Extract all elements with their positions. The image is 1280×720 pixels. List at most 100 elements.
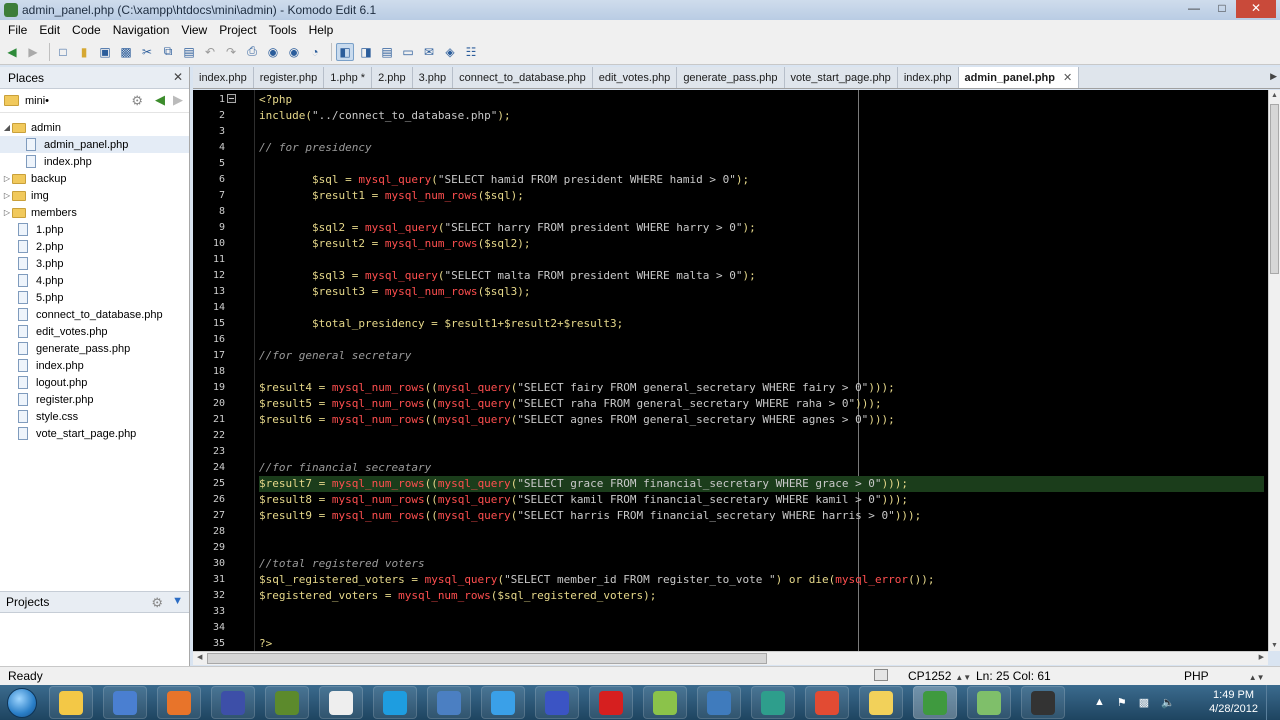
editor-tab[interactable]: admin_panel.php ✕ xyxy=(958,67,1080,88)
network-icon[interactable]: ▩ xyxy=(1139,696,1149,709)
menu-edit[interactable]: Edit xyxy=(33,23,66,37)
tabs-scroll-right-icon[interactable]: ▶ xyxy=(1270,71,1277,82)
close-icon[interactable]: ✕ xyxy=(173,70,183,84)
taskbar-app-loop[interactable] xyxy=(211,686,255,719)
code-editor[interactable]: 1 2 3 4 5 6 7 8 9 10 11 12 13 14 15 16 17 18 19 20 21 22 23 24 2… xyxy=(193,90,1268,651)
code-line[interactable] xyxy=(259,620,1264,636)
vertical-scrollbar[interactable]: ▲ ▼ xyxy=(1268,90,1280,651)
code-line[interactable]: $sql = mysql_query("SELECT hamid FROM pr… xyxy=(259,172,1264,188)
encoding-selector[interactable]: CP1252 ▲▼ xyxy=(908,669,971,683)
line-endings-icon[interactable] xyxy=(874,669,888,681)
right-pane-icon[interactable]: ◨ xyxy=(357,43,375,61)
close-button[interactable]: ✕ xyxy=(1236,0,1276,18)
code-line[interactable]: $result2 = mysql_num_rows($sql2); xyxy=(259,236,1264,252)
language-selector[interactable]: PHP ▲▼ xyxy=(1184,669,1265,683)
taskbar-safari[interactable] xyxy=(481,686,525,719)
flag-icon[interactable]: ⚑ xyxy=(1117,696,1127,709)
show-hidden-icons-icon[interactable]: ▲ xyxy=(1094,696,1105,709)
code-line[interactable] xyxy=(259,124,1264,140)
tree-file[interactable]: register.php xyxy=(0,391,189,408)
code-line[interactable]: //total registered voters xyxy=(259,556,1264,572)
editor-tab[interactable]: 3.php xyxy=(413,67,454,88)
forward-arrow-icon[interactable]: ▶ xyxy=(173,92,183,108)
tree-file[interactable]: 2.php xyxy=(0,238,189,255)
tree-file[interactable]: connect_to_database.php xyxy=(0,306,189,323)
code-line[interactable] xyxy=(259,300,1264,316)
code-line[interactable] xyxy=(259,428,1264,444)
show-desktop-button[interactable] xyxy=(1266,685,1280,720)
code-line[interactable]: //for general secretary xyxy=(259,348,1264,364)
collapse-icon[interactable]: ◢ xyxy=(2,123,12,132)
redo-icon[interactable]: ↷ xyxy=(222,43,240,61)
forward-icon[interactable]: ▶ xyxy=(24,43,42,61)
toolbox-icon[interactable]: ☷ xyxy=(462,43,480,61)
scroll-up-icon[interactable]: ▲ xyxy=(1271,92,1278,99)
taskbar-explorer[interactable] xyxy=(49,686,93,719)
editor-tab[interactable]: index.php xyxy=(193,67,254,88)
code-line[interactable] xyxy=(259,252,1264,268)
code-line[interactable]: $sql2 = mysql_query("SELECT harry FROM p… xyxy=(259,220,1264,236)
menu-navigation[interactable]: Navigation xyxy=(107,23,176,37)
taskbar-cmd[interactable] xyxy=(1021,686,1065,719)
code-line[interactable]: // for presidency xyxy=(259,140,1264,156)
menu-file[interactable]: File xyxy=(2,23,33,37)
tree-file[interactable]: logout.php xyxy=(0,374,189,391)
debug-icon[interactable]: ◉ xyxy=(285,43,303,61)
editor-tab[interactable]: register.php xyxy=(254,67,325,88)
code-line[interactable] xyxy=(259,156,1264,172)
taskbar-app-sphere[interactable] xyxy=(535,686,579,719)
menu-project[interactable]: Project xyxy=(213,23,262,37)
scroll-right-icon[interactable]: ▶ xyxy=(1259,653,1264,661)
code-line[interactable]: //for financial secreatary xyxy=(259,460,1264,476)
taskbar-chrome[interactable] xyxy=(805,686,849,719)
volume-icon[interactable]: 🔈 xyxy=(1161,696,1175,709)
clock[interactable]: 1:49 PM 4/28/2012 xyxy=(1209,688,1258,716)
start-button[interactable] xyxy=(0,685,44,720)
menu-view[interactable]: View xyxy=(175,23,213,37)
bottom-pane-icon[interactable]: ▤ xyxy=(378,43,396,61)
replace-icon[interactable]: ◈ xyxy=(441,43,459,61)
code-line[interactable]: $total_presidency = $result1+$result2+$r… xyxy=(259,316,1264,332)
code-line[interactable]: <?php xyxy=(259,92,1264,108)
menu-help[interactable]: Help xyxy=(303,23,340,37)
undo-icon[interactable]: ↶ xyxy=(201,43,219,61)
editor-tab[interactable]: 1.php * xyxy=(324,67,373,88)
chevron-down-icon[interactable]: ▼ xyxy=(172,595,183,607)
tree-file[interactable]: 5.php xyxy=(0,289,189,306)
code-line[interactable] xyxy=(259,444,1264,460)
code-line[interactable] xyxy=(259,540,1264,556)
code-line[interactable]: $result4 = mysql_num_rows((mysql_query("… xyxy=(259,380,1264,396)
tree-folder[interactable]: ▷ img xyxy=(0,187,189,204)
maximize-button[interactable]: □ xyxy=(1208,0,1236,18)
code-line[interactable] xyxy=(259,204,1264,220)
code-line[interactable]: $registered_voters = mysql_num_rows($sql… xyxy=(259,588,1264,604)
tree-file[interactable]: 3.php xyxy=(0,255,189,272)
tree-file[interactable]: admin_panel.php xyxy=(0,136,189,153)
code-line[interactable] xyxy=(259,604,1264,620)
expand-icon[interactable]: ▷ xyxy=(2,174,12,183)
scroll-thumb[interactable] xyxy=(207,653,767,664)
code-line[interactable]: $result6 = mysql_num_rows((mysql_query("… xyxy=(259,412,1264,428)
back-icon[interactable]: ◀ xyxy=(3,43,21,61)
taskbar-skype[interactable] xyxy=(373,686,417,719)
find-icon[interactable]: ✉ xyxy=(420,43,438,61)
tree-folder[interactable]: ▷ backup xyxy=(0,170,189,187)
code-line[interactable]: $sql_registered_voters = mysql_query("SE… xyxy=(259,572,1264,588)
taskbar-virtualbox[interactable] xyxy=(427,686,471,719)
tree-file[interactable]: edit_votes.php xyxy=(0,323,189,340)
expand-icon[interactable]: ▷ xyxy=(2,191,12,200)
tree-file[interactable]: 1.php xyxy=(0,221,189,238)
taskbar-dreamweaver[interactable] xyxy=(265,686,309,719)
code-line[interactable]: $result3 = mysql_num_rows($sql3); xyxy=(259,284,1264,300)
taskbar-firefox[interactable] xyxy=(157,686,201,719)
editor-tab[interactable]: generate_pass.php xyxy=(677,67,785,88)
code-line[interactable] xyxy=(259,364,1264,380)
taskbar-android[interactable] xyxy=(643,686,687,719)
tree-folder[interactable]: ◢ admin xyxy=(0,119,189,136)
taskbar-opera[interactable] xyxy=(589,686,633,719)
code-line[interactable] xyxy=(259,332,1264,348)
menu-code[interactable]: Code xyxy=(66,23,107,37)
back-arrow-icon[interactable]: ◀ xyxy=(155,92,165,108)
save-icon[interactable]: ▣ xyxy=(96,43,114,61)
expand-icon[interactable]: ▷ xyxy=(2,208,12,217)
